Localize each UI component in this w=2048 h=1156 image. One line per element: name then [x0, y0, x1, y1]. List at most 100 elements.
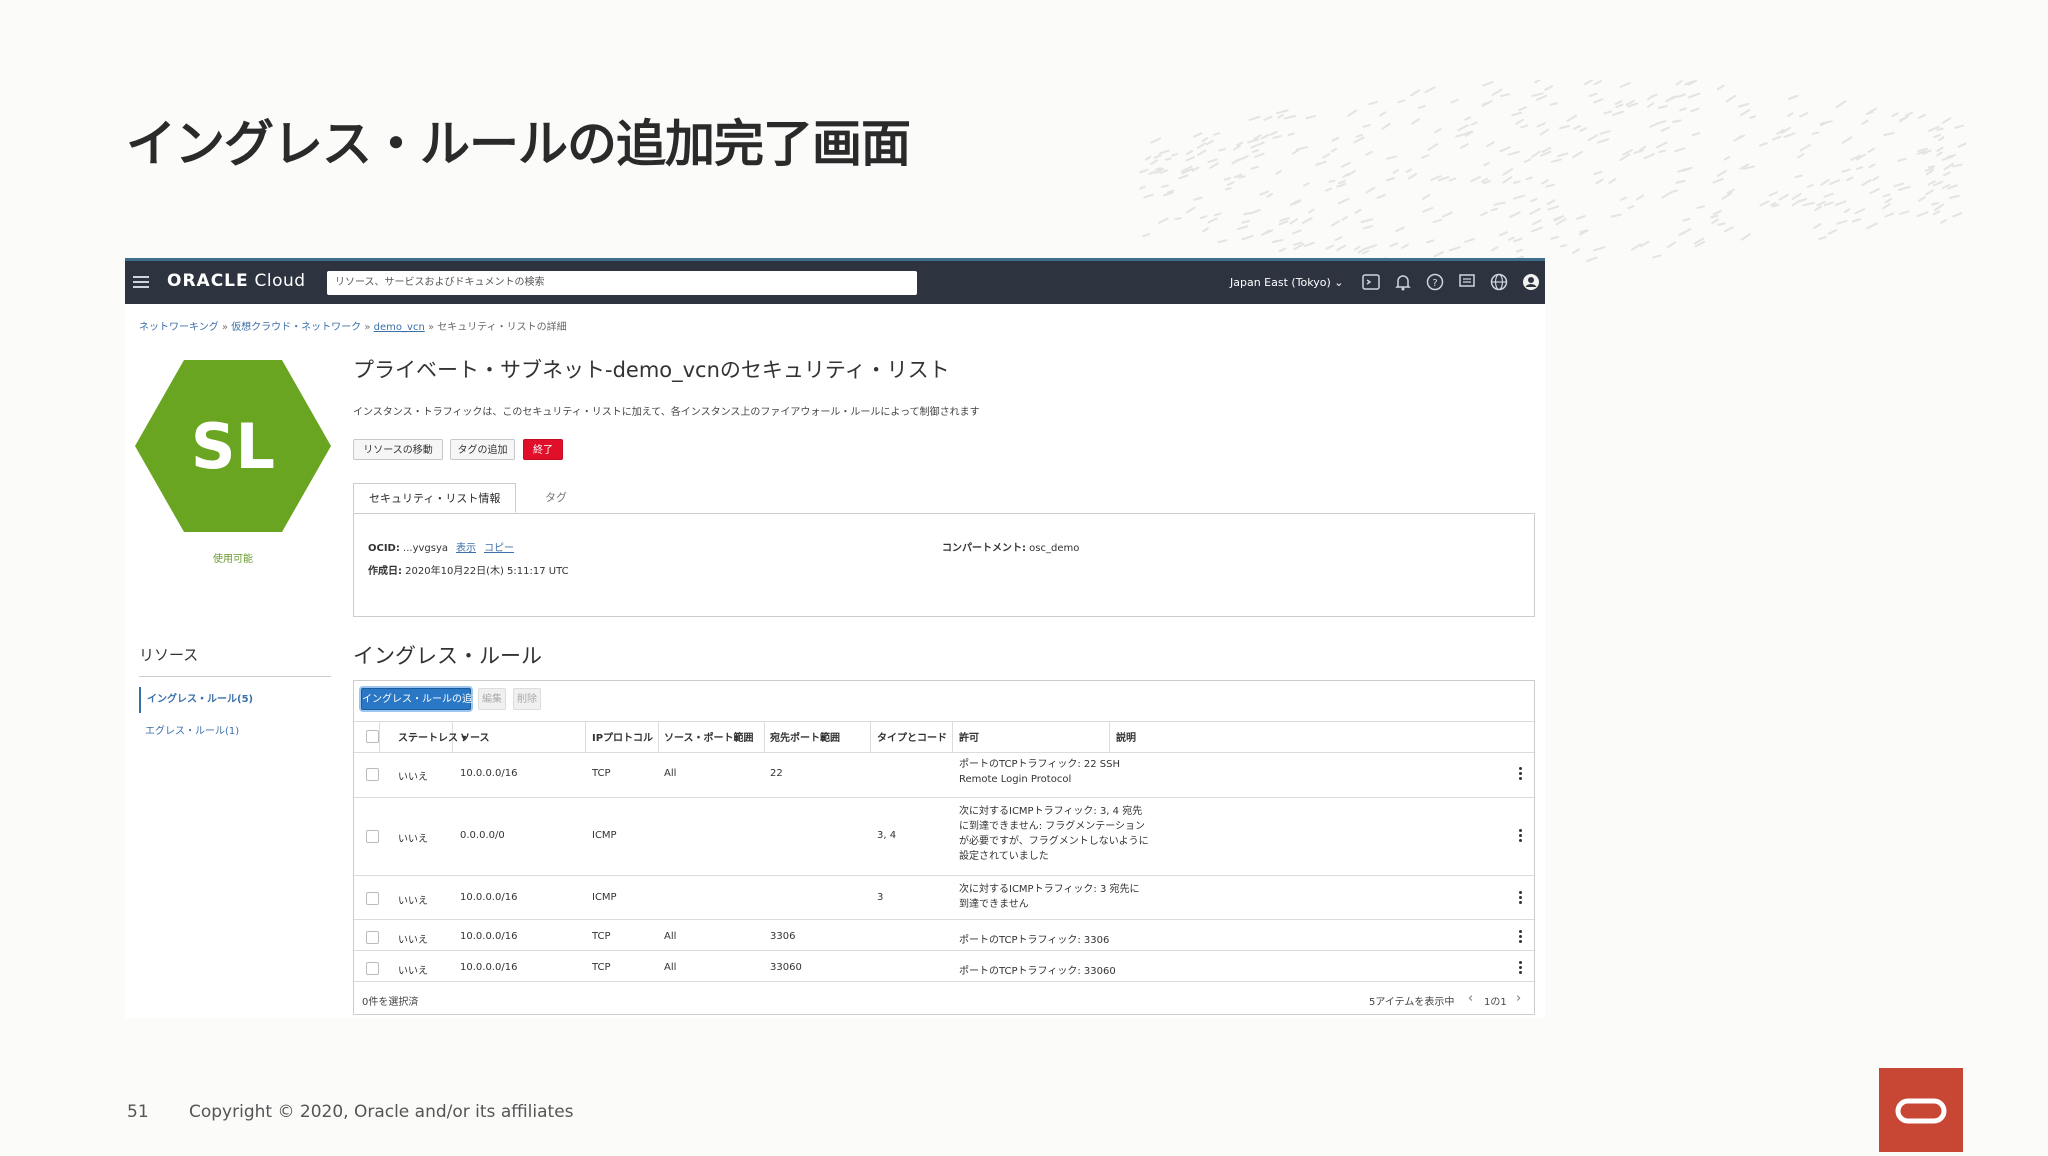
menu-icon[interactable] — [133, 273, 149, 289]
column-header-protocol: IPプロトコル — [592, 733, 654, 744]
row-divider — [354, 981, 1534, 982]
column-separator — [658, 721, 659, 752]
cell-protocol: ICMP — [592, 830, 617, 841]
cell-protocol: TCP — [592, 768, 611, 779]
help-icon[interactable]: ? — [1425, 272, 1445, 292]
cell-source: 10.0.0.0/16 — [460, 931, 518, 942]
row-checkbox[interactable] — [366, 892, 379, 905]
ingress-rules-table: イングレス・ルールの追加 編集 削除 ステートレス ▾ ソース IPプロトコル … — [353, 680, 1535, 1015]
tab-security-list-info[interactable]: セキュリティ・リスト情報 — [353, 483, 517, 513]
chevron-left-icon[interactable]: ‹ — [1468, 991, 1473, 1006]
row-actions-icon[interactable] — [1519, 961, 1522, 976]
row-actions-icon[interactable] — [1519, 829, 1522, 844]
oracle-ring-icon — [1895, 1098, 1947, 1124]
breadcrumb-separator: » — [218, 322, 232, 333]
header-top-line — [354, 721, 1534, 722]
slide-title: イングレス・ルールの追加完了画面 — [126, 115, 911, 173]
edit-button[interactable]: 編集 — [478, 688, 506, 710]
copyright-text: Copyright © 2020, Oracle and/or its affi… — [189, 1102, 574, 1122]
cell-stateless: いいえ — [398, 966, 428, 977]
cell-dest-port: 3306 — [770, 931, 796, 942]
cell-protocol: ICMP — [592, 892, 617, 903]
row-divider — [354, 919, 1534, 920]
pagination-label: 1の1 — [1484, 997, 1507, 1008]
search-input[interactable]: リソース、サービスおよびドキュメントの検索 — [327, 271, 917, 295]
column-separator — [870, 721, 871, 752]
row-actions-icon[interactable] — [1519, 930, 1522, 945]
chevron-down-icon: ⌄ — [1334, 276, 1344, 289]
row-actions-icon[interactable] — [1519, 767, 1522, 782]
globe-icon[interactable] — [1489, 272, 1509, 292]
breadcrumb-item[interactable]: 仮想クラウド・ネットワーク — [231, 322, 361, 333]
column-header-description: 説明 — [1116, 733, 1136, 744]
tab-tags[interactable]: タグ — [545, 483, 567, 513]
add-ingress-rule-button[interactable]: イングレス・ルールの追加 — [361, 688, 482, 710]
cell-allows: 次に対するICMPトラフィック: 3, 4 宛先に到達できません: フラグメンテ… — [959, 806, 1149, 862]
row-divider — [354, 950, 1534, 951]
column-header-source-port: ソース・ポート範囲 — [664, 733, 754, 744]
cell-source-port: All — [664, 931, 677, 942]
page-number: 51 — [127, 1102, 149, 1122]
cell-protocol: TCP — [592, 962, 611, 973]
cell-allows: ポートのTCPトラフィック: 33060 — [959, 966, 1116, 977]
copy-ocid-link[interactable]: コピー — [484, 543, 514, 554]
cell-type-code: 3 — [877, 892, 884, 903]
cloud-shell-icon[interactable] — [1361, 272, 1381, 292]
breadcrumb-item[interactable]: demo_vcn — [374, 322, 425, 333]
ingress-rules-heading: イングレス・ルール — [353, 644, 542, 668]
resources-divider — [139, 676, 331, 677]
cell-source: 10.0.0.0/16 — [460, 768, 518, 779]
oracle-logo — [1879, 1068, 1963, 1152]
hexagon-label: SL — [191, 410, 275, 483]
bell-icon[interactable] — [1393, 272, 1413, 292]
region-selector[interactable]: Japan East (Tokyo) ⌄ — [1230, 276, 1344, 289]
status-badge: 使用可能 — [213, 554, 253, 565]
column-header-stateless[interactable]: ステートレス ▾ — [398, 729, 467, 744]
cell-stateless: いいえ — [398, 896, 428, 907]
sidebar-item-egress-rules[interactable]: エグレス・ルール(1) — [139, 722, 239, 737]
svg-text:?: ? — [1432, 278, 1437, 289]
sidebar-item-ingress-rules[interactable]: イングレス・ルール(5) — [139, 687, 253, 713]
cell-source: 10.0.0.0/16 — [460, 962, 518, 973]
chevron-right-icon[interactable]: › — [1516, 991, 1521, 1006]
column-separator — [585, 721, 586, 752]
select-all-checkbox[interactable] — [366, 730, 379, 743]
row-checkbox[interactable] — [366, 931, 379, 944]
breadcrumb-current: セキュリティ・リストの詳細 — [437, 322, 567, 333]
row-checkbox[interactable] — [366, 962, 379, 975]
row-checkbox[interactable] — [366, 830, 379, 843]
cell-allows: ポートのTCPトラフィック: 3306 — [959, 935, 1110, 946]
cell-allows: 次に対するICMPトラフィック: 3 宛先に到達できません — [959, 884, 1140, 910]
user-icon[interactable] — [1521, 272, 1541, 292]
cell-source: 0.0.0.0/0 — [460, 830, 505, 841]
column-separator — [952, 721, 953, 752]
breadcrumb-separator: » — [424, 322, 438, 333]
info-panel: OCID: ...yvgsya 表示 コピー 作成日: 2020年10月22日(木)… — [353, 513, 1535, 617]
column-separator — [764, 721, 765, 752]
cell-source-port: All — [664, 962, 677, 973]
show-ocid-link[interactable]: 表示 — [456, 543, 476, 554]
breadcrumb: ネットワーキング » 仮想クラウド・ネットワーク » demo_vcn » セキ… — [139, 318, 567, 333]
header-bottom-line — [354, 752, 1534, 753]
column-header-dest-port: 宛先ポート範囲 — [770, 733, 840, 744]
row-actions-icon[interactable] — [1519, 891, 1522, 906]
column-separator — [379, 721, 380, 752]
cell-stateless: いいえ — [398, 935, 428, 946]
column-separator — [1109, 721, 1110, 752]
breadcrumb-item[interactable]: ネットワーキング — [139, 322, 219, 333]
items-shown: 5アイテムを表示中 — [1369, 997, 1455, 1008]
terminate-button[interactable]: 終了 — [523, 439, 563, 460]
page-heading: プライベート・サブネット-demo_vcnのセキュリティ・リスト — [353, 358, 950, 382]
oracle-cloud-logo[interactable]: ORACLE Cloud — [167, 271, 306, 291]
chat-icon[interactable] — [1457, 272, 1477, 292]
move-resource-button[interactable]: リソースの移動 — [353, 439, 443, 460]
cell-source-port: All — [664, 768, 677, 779]
resources-heading: リソース — [139, 646, 199, 664]
row-checkbox[interactable] — [366, 768, 379, 781]
cell-protocol: TCP — [592, 931, 611, 942]
selected-count: 0件を選択済 — [362, 997, 419, 1008]
delete-button[interactable]: 削除 — [513, 688, 541, 710]
add-tag-button[interactable]: タグの追加 — [450, 439, 515, 460]
cell-dest-port: 22 — [770, 768, 783, 779]
column-header-allows: 許可 — [959, 733, 979, 744]
